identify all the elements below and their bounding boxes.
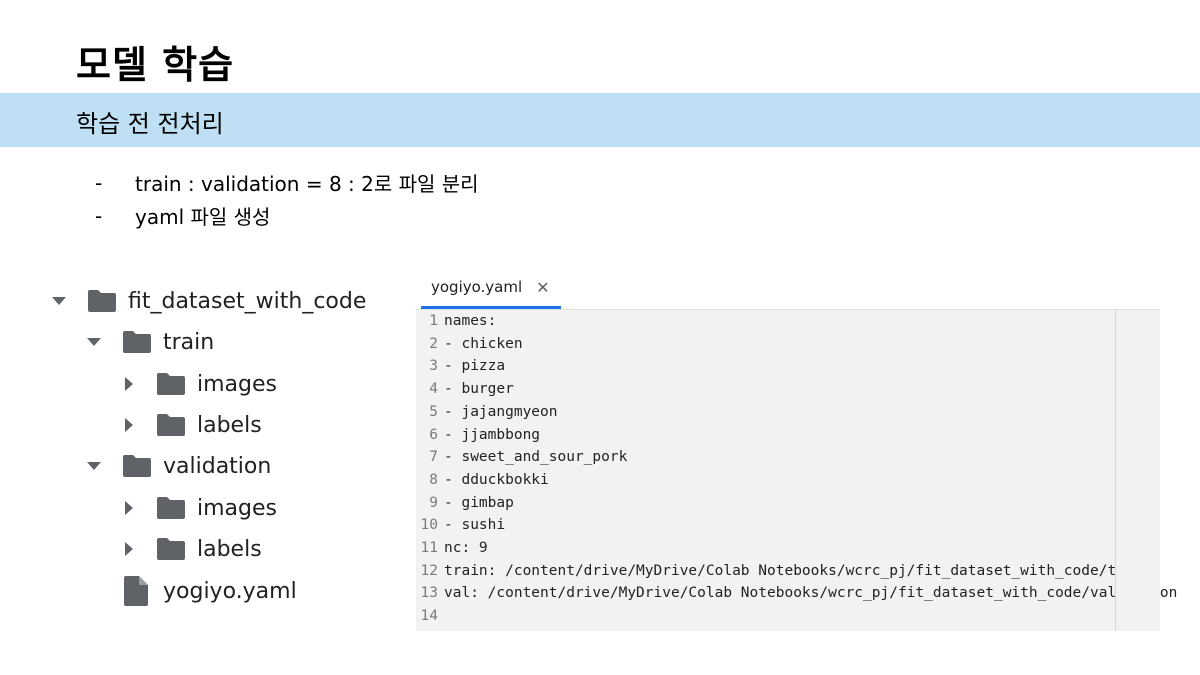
- folder-icon: [157, 497, 185, 519]
- code-line: 14: [416, 605, 444, 627]
- line-text: - gimbap: [444, 494, 514, 511]
- folder-icon: [123, 331, 151, 353]
- bullet-dash: -: [95, 203, 103, 228]
- tree-item-train-labels[interactable]: labels: [120, 408, 262, 442]
- expand-right-arrow-icon[interactable]: [120, 416, 138, 434]
- tree-item-validation-images[interactable]: images: [120, 491, 277, 525]
- slide-title: 모델 학습: [76, 43, 235, 87]
- expand-right-arrow-icon[interactable]: [120, 540, 138, 558]
- line-number: 2: [429, 335, 438, 352]
- line-text: val: /content/drive/MyDrive/Colab Notebo…: [444, 585, 1178, 602]
- code-line: 6 - jjambbong: [416, 424, 540, 446]
- line-number: 1: [429, 313, 438, 329]
- line-text: - dduckbokki: [444, 471, 549, 488]
- bullet-item: - train : validation = 8 : 2로 파일 분리: [95, 166, 479, 199]
- tab-label: yogiyo.yaml: [431, 278, 523, 296]
- tab-yogiyo-yaml[interactable]: yogiyo.yaml ✕: [421, 268, 561, 309]
- line-number: 12: [420, 562, 438, 579]
- file-icon: [124, 576, 148, 606]
- folder-icon: [157, 414, 185, 436]
- line-text: - sweet_and_sour_pork: [444, 449, 628, 466]
- editor-tab-bar: yogiyo.yaml ✕: [416, 268, 1160, 309]
- line-text: train: /content/drive/MyDrive/Colab Note…: [444, 562, 1152, 579]
- section-band: 학습 전 전처리: [0, 93, 1200, 147]
- code-line: 8 - dduckbokki: [416, 469, 549, 491]
- line-number: 7: [429, 449, 438, 466]
- yaml-editor: yogiyo.yaml ✕ 1 names: 2 - chicken 3 - pizz…: [416, 268, 1177, 631]
- tree-item-validation[interactable]: validation: [85, 449, 271, 483]
- tree-item-label: validation: [163, 453, 272, 479]
- bullet-list: - train : validation = 8 : 2로 파일 분리 - ya…: [95, 166, 479, 232]
- tree-item-label: labels: [197, 412, 262, 438]
- section-heading: 학습 전 전처리: [76, 110, 224, 138]
- tree-item-label: images: [197, 495, 277, 521]
- bullet-text: train : validation = 8 : 2로 파일 분리: [135, 172, 479, 196]
- code-line: 11 nc: 9: [416, 537, 488, 559]
- folder-icon: [88, 290, 116, 312]
- folder-icon: [123, 455, 151, 477]
- close-icon[interactable]: ✕: [536, 278, 549, 297]
- tree-item-fit-dataset-with-code[interactable]: fit_dataset_with_code: [50, 284, 366, 318]
- code-area[interactable]: 1 names: 2- chicken 3- pizza 4- burger 5-…: [416, 309, 1177, 631]
- tree-item-label: fit_dataset_with_code: [128, 288, 367, 314]
- line-text: nc: 9: [444, 540, 488, 556]
- expand-right-arrow-icon[interactable]: [120, 375, 138, 393]
- expand-down-arrow-icon[interactable]: [85, 333, 103, 351]
- code-line: 12 train: /content/drive/MyDrive/Colab No…: [416, 560, 1152, 582]
- expand-down-arrow-icon[interactable]: [50, 292, 68, 310]
- tree-item-label: train: [163, 329, 215, 355]
- tree-item-label: yogiyo.yaml: [163, 578, 297, 604]
- expand-down-arrow-icon[interactable]: [85, 457, 103, 475]
- tree-item-yogiyo-yaml[interactable]: yogiyo.yaml: [124, 574, 297, 608]
- bullet-item: - yaml 파일 생성: [95, 199, 479, 232]
- line-number: 6: [429, 426, 438, 443]
- tree-item-validation-labels[interactable]: labels: [120, 532, 262, 566]
- folder-icon: [157, 373, 185, 395]
- line-text: - sushi: [444, 517, 506, 534]
- code-line: 10 - sushi: [416, 514, 506, 536]
- line-number: 4: [429, 381, 438, 398]
- bullet-text: yaml 파일 생성: [135, 205, 271, 229]
- tree-item-label: images: [197, 371, 277, 397]
- code-line: 4 - burger: [416, 378, 514, 400]
- line-text: - jjambbong: [444, 426, 541, 443]
- line-text: names:: [444, 313, 497, 329]
- line-text: - chicken: [444, 335, 523, 352]
- bullet-dash: -: [95, 170, 103, 195]
- line-text: - pizza: [444, 358, 506, 375]
- tree-item-label: labels: [197, 536, 262, 562]
- line-number: 8: [429, 471, 438, 488]
- code-line: 5 - jajangmyeon: [416, 401, 558, 423]
- line-text: - burger: [444, 381, 514, 398]
- code-line: 2 - chicken: [416, 333, 523, 355]
- line-text: - jajangmyeon: [444, 403, 558, 420]
- vertical-scrollbar[interactable]: [1115, 310, 1160, 631]
- line-number: 13: [420, 585, 438, 602]
- code-line: 1 names:: [416, 310, 496, 332]
- line-number: 14: [420, 608, 438, 625]
- line-number: 11: [420, 540, 438, 556]
- code-line: 9 - gimbap: [416, 492, 514, 514]
- line-number: 3: [429, 358, 438, 375]
- line-number: 9: [429, 494, 438, 511]
- code-line: 13 val: /content/drive/MyDrive/Colab Note…: [416, 582, 1178, 604]
- line-number: 5: [429, 403, 438, 420]
- tree-item-train-images[interactable]: images: [120, 367, 277, 401]
- tree-item-train[interactable]: train: [85, 325, 214, 359]
- code-line: 3 - pizza: [416, 355, 505, 377]
- expand-right-arrow-icon[interactable]: [120, 499, 138, 517]
- folder-icon: [157, 538, 185, 560]
- code-line: 7 - sweet_and_sour_pork: [416, 446, 627, 468]
- line-number: 10: [420, 517, 438, 534]
